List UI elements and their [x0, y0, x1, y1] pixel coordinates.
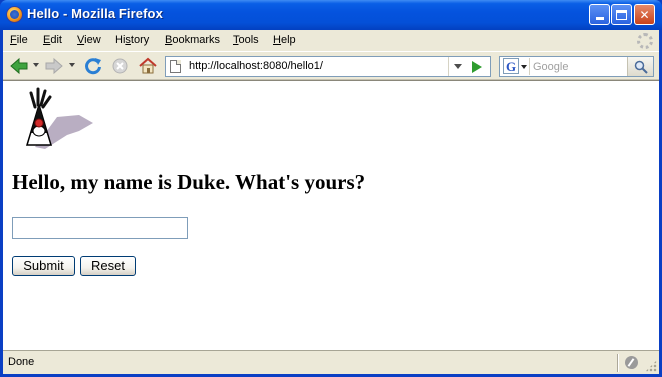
menu-history-label: tory: [130, 34, 150, 46]
stop-icon: [112, 58, 128, 74]
throbber-icon: [637, 33, 653, 49]
browser-window: Hello - Mozilla Firefox ✕ File Edit View…: [0, 0, 662, 377]
menu-edit-label: dit: [50, 34, 62, 46]
close-button[interactable]: ✕: [634, 4, 655, 25]
menu-bookmarks[interactable]: Bookmarks: [165, 34, 220, 46]
reset-button[interactable]: Reset: [80, 256, 136, 276]
menu-history-prefix: Hi: [115, 34, 126, 46]
search-bar: G: [499, 56, 654, 77]
status-text: Done: [8, 356, 35, 368]
minimize-icon: [595, 17, 604, 20]
window-client: File Edit View History Bookmarks Tools H…: [3, 30, 659, 374]
menu-tools[interactable]: Tools: [233, 34, 259, 46]
resize-grip-icon[interactable]: [645, 360, 657, 372]
engine-dropdown-icon: [521, 65, 527, 69]
reload-icon: [85, 58, 101, 75]
url-text[interactable]: http://localhost:8080/hello1/: [189, 60, 323, 72]
title-bar[interactable]: Hello - Mozilla Firefox ✕: [0, 0, 662, 30]
submit-button[interactable]: Submit: [12, 256, 75, 276]
menu-view[interactable]: View: [77, 34, 101, 46]
google-engine-icon: G: [503, 58, 519, 74]
page-content: Hello, my name is Duke. What's yours? Su…: [3, 80, 659, 350]
menu-help-label: elp: [280, 34, 296, 46]
home-button[interactable]: [138, 56, 158, 76]
duke-mascot-image: [25, 87, 93, 149]
minimize-button[interactable]: [589, 4, 610, 25]
security-status-icon: [625, 356, 638, 369]
home-icon: [139, 57, 157, 74]
page-heading: Hello, my name is Duke. What's yours?: [12, 170, 366, 194]
status-separator: [617, 354, 619, 372]
maximize-icon: [616, 9, 627, 20]
back-history-dropdown[interactable]: [33, 63, 39, 67]
name-input[interactable]: [12, 217, 188, 239]
search-button[interactable]: [627, 57, 653, 76]
go-button[interactable]: [468, 59, 486, 74]
menu-bookmarks-label: ookmarks: [172, 34, 221, 46]
magnifier-icon: [634, 60, 648, 74]
back-arrow-icon: [10, 57, 28, 75]
menu-edit[interactable]: Edit: [43, 34, 62, 46]
search-engine-selector[interactable]: G: [501, 58, 530, 75]
navigation-toolbar: http://localhost:8080/hello1/ G: [3, 51, 659, 80]
url-bar[interactable]: http://localhost:8080/hello1/: [165, 56, 491, 77]
menu-file[interactable]: File: [10, 34, 28, 46]
go-arrow-icon: [472, 60, 482, 73]
menu-tools-label: ools: [238, 34, 259, 46]
menu-history[interactable]: History: [115, 34, 149, 46]
menu-help[interactable]: Help: [273, 34, 296, 46]
status-bar: Done: [3, 350, 659, 374]
back-button[interactable]: [9, 56, 29, 76]
stop-button[interactable]: [110, 56, 130, 76]
menu-help-mnemonic: H: [273, 34, 281, 46]
menu-view-label: iew: [84, 34, 101, 46]
page-icon: [170, 60, 181, 73]
menu-file-mnemonic: F: [10, 34, 17, 46]
forward-arrow-icon: [45, 57, 63, 75]
forward-button[interactable]: [44, 56, 64, 76]
firefox-icon: [6, 6, 23, 23]
window-title: Hello - Mozilla Firefox: [27, 6, 163, 21]
menu-bar: File Edit View History Bookmarks Tools H…: [3, 30, 659, 51]
url-history-dropdown[interactable]: [448, 57, 466, 76]
maximize-button[interactable]: [611, 4, 632, 25]
close-icon: ✕: [639, 7, 650, 22]
reload-button[interactable]: [83, 56, 103, 76]
menu-file-label: ile: [16, 34, 28, 46]
chevron-down-icon: [453, 64, 462, 69]
forward-history-dropdown[interactable]: [69, 63, 75, 67]
search-input[interactable]: [533, 58, 623, 75]
